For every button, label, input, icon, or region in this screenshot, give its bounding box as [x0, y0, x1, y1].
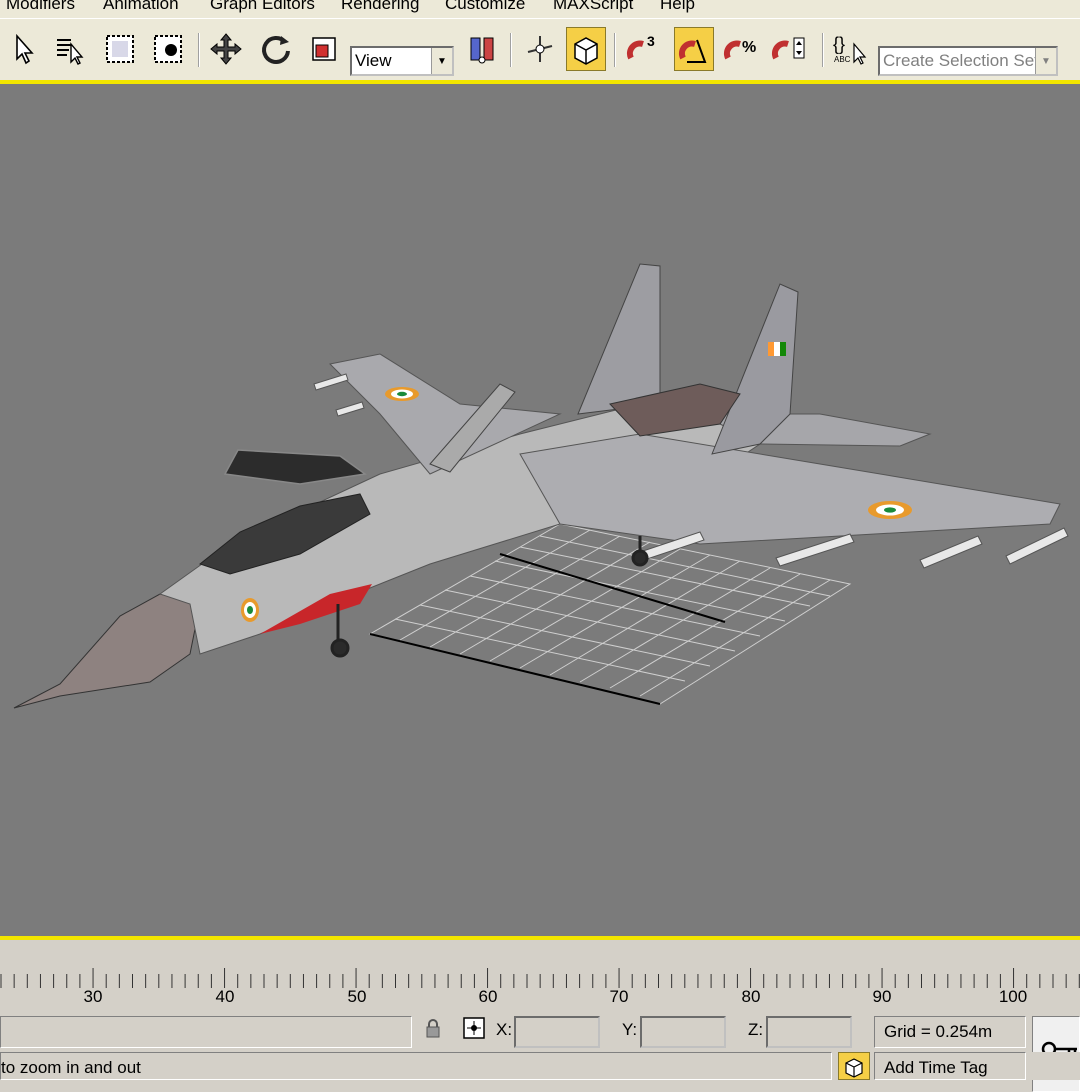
menu-customize[interactable]: Customize	[445, 0, 525, 14]
menu-animation[interactable]: Animation	[103, 0, 179, 14]
arrow-cursor-icon	[16, 33, 34, 65]
scale-icon	[312, 37, 336, 61]
snaps-toggle-button[interactable]: 3	[624, 27, 664, 71]
perspective-viewport[interactable]	[0, 80, 1080, 940]
select-object-button[interactable]	[4, 27, 44, 71]
svg-text:{}: {}	[833, 34, 845, 54]
tail-flag	[768, 342, 786, 356]
rectangular-selection-button[interactable]	[100, 27, 140, 71]
tick-label: 70	[609, 987, 629, 1006]
spinner-snap-icon	[771, 37, 805, 60]
percent-snap-icon: %	[723, 39, 756, 60]
cube-icon	[845, 1058, 863, 1078]
grid-size-readout: Grid = 0.254m	[874, 1016, 1026, 1048]
tick-label: 40	[215, 987, 235, 1006]
tick-label: 30	[83, 987, 103, 1006]
aircraft-open-canopy	[223, 449, 367, 485]
tick-label: 80	[741, 987, 761, 1006]
main-toolbar: View ▼ 3 % {} ABC Create Selection Set ▼	[0, 18, 1080, 81]
prompt-text: to zoom in and out	[1, 1058, 141, 1077]
magnet-3d-icon: 3	[626, 33, 655, 60]
named-selection-sets-dropdown[interactable]: Create Selection Set ▼	[878, 46, 1058, 76]
svg-text:ABC: ABC	[834, 55, 851, 64]
lock-selection-icon[interactable]	[424, 1018, 442, 1045]
track-bar[interactable]: 30 40 50 60 70 80 90 100	[0, 940, 1080, 1012]
named-selection-placeholder: Create Selection Set	[883, 51, 1035, 70]
z-coordinate-label: Z:	[748, 1020, 764, 1039]
time-tag-toggle-button[interactable]	[838, 1052, 870, 1080]
rotate-icon	[262, 36, 290, 64]
toolbar-separator	[822, 33, 824, 67]
jet-fighter-model	[13, 263, 1069, 709]
menu-maxscript[interactable]: MAXScript	[553, 0, 633, 14]
angle-snap-icon	[678, 39, 707, 63]
select-and-manipulate-button[interactable]	[520, 27, 560, 71]
edit-named-selection-button[interactable]: {} ABC	[830, 27, 870, 71]
menu-bar: Modifiers Animation Graph Editors Render…	[0, 0, 1080, 18]
aircraft-nose	[13, 593, 201, 709]
timeline-ruler	[0, 968, 1080, 988]
menu-help[interactable]: Help	[660, 0, 695, 14]
reference-coordinate-system-dropdown[interactable]: View ▼	[350, 46, 454, 76]
absolute-mode-transform-icon[interactable]	[462, 1016, 486, 1045]
window-crossing-button[interactable]	[148, 27, 188, 71]
coordinate-system-value: View	[355, 51, 392, 70]
aircraft-right-wing	[519, 433, 1061, 545]
z-coordinate-input[interactable]	[766, 1016, 852, 1048]
select-by-name-icon	[57, 39, 84, 65]
named-selection-icon: {}ABC	[833, 34, 867, 65]
maxscript-listener-field[interactable]	[0, 1016, 412, 1048]
tick-label: 100	[998, 987, 1028, 1006]
angle-snap-button[interactable]	[674, 27, 714, 71]
rectangle-selection-icon	[106, 35, 134, 63]
select-and-move-button[interactable]	[206, 27, 246, 71]
x-coordinate-input[interactable]	[514, 1016, 600, 1048]
status-bar: X: Y: Z: Grid = 0.254m	[0, 1012, 1080, 1092]
menu-rendering[interactable]: Rendering	[341, 0, 419, 14]
y-coordinate-label: Y:	[622, 1020, 638, 1039]
use-pivot-center-button[interactable]	[462, 27, 502, 71]
x-coordinate-label: X:	[496, 1020, 513, 1039]
tick-label: 60	[478, 987, 498, 1006]
svg-text:%: %	[742, 39, 756, 56]
move-icon	[210, 33, 242, 65]
prompt-line: to zoom in and out	[0, 1052, 832, 1080]
roundel	[868, 501, 912, 519]
add-time-tag-button[interactable]: Add Time Tag	[874, 1052, 1026, 1080]
dropdown-arrow-icon: ▼	[1035, 48, 1056, 74]
add-time-tag-label: Add Time Tag	[884, 1058, 988, 1077]
tick-label: 50	[347, 987, 367, 1006]
dropdown-arrow-icon: ▼	[431, 48, 452, 74]
spinner-snap-button[interactable]	[770, 27, 810, 71]
keyboard-shortcut-override-button[interactable]	[566, 27, 606, 71]
pivot-center-icon	[470, 37, 494, 64]
y-coordinate-input[interactable]	[640, 1016, 726, 1048]
tick-label: 90	[872, 987, 892, 1006]
menu-graph-editors[interactable]: Graph Editors	[210, 0, 315, 14]
window-crossing-icon	[154, 35, 182, 63]
svg-text:3: 3	[647, 33, 655, 49]
roundel	[385, 387, 419, 401]
grid-size-text: Grid = 0.254m	[884, 1022, 993, 1041]
prompt-bar: to zoom in and out Add Time Tag	[0, 1052, 1080, 1080]
roundel	[241, 598, 259, 622]
toolbar-separator	[510, 33, 512, 67]
select-and-rotate-button[interactable]	[256, 27, 296, 71]
aircraft-vertical-tail-left	[577, 263, 661, 415]
menu-modifiers[interactable]: Modifiers	[6, 0, 75, 14]
toolbar-separator	[614, 33, 616, 67]
select-by-name-button[interactable]	[50, 27, 90, 71]
toolbar-separator	[198, 33, 200, 67]
cube-icon	[574, 37, 598, 65]
percent-snap-button[interactable]: %	[722, 27, 762, 71]
manipulate-icon	[527, 36, 553, 62]
select-and-scale-button[interactable]	[304, 27, 344, 71]
